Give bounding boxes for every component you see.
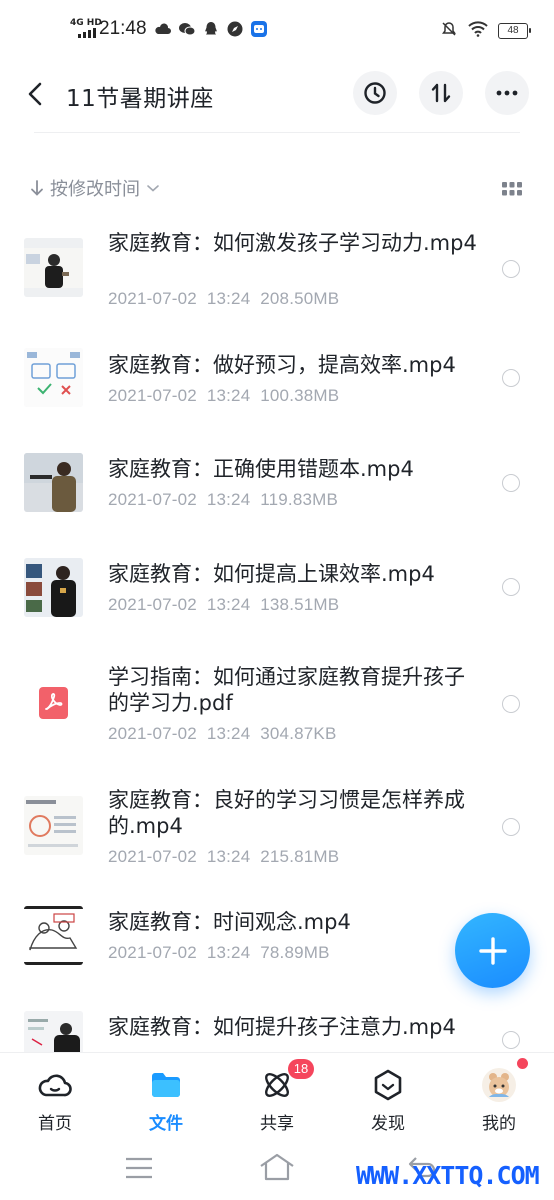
video-thumbnail [24,1011,83,1052]
arrow-down-icon [31,180,43,196]
video-thumbnail [24,453,83,512]
sort-label: 按修改时间 [50,179,140,200]
chevron-down-icon [147,185,159,192]
sort-dropdown[interactable]: 按修改时间 [30,175,160,201]
network-indicator: 4G HD [70,18,102,28]
file-name: 家庭教育：如何激发孩子学习动力.mp4 [108,231,477,255]
select-radio[interactable] [502,369,520,387]
tab-home[interactable]: 首页 [15,1067,95,1134]
file-name: 家庭教育：做好预习，提高效率.mp4 [108,353,456,377]
home-icon [260,1153,294,1181]
sort-bar: 按修改时间 [0,170,554,206]
cloud-icon [37,1067,73,1103]
back-button[interactable] [24,80,48,108]
file-row[interactable]: 家庭教育：如何提升孩子注意力.mp4 [0,1003,554,1052]
page-title: 11节暑期讲座 [66,86,214,112]
header-divider [34,132,520,133]
swap-vertical-icon [431,83,451,103]
history-button[interactable] [353,71,397,115]
file-meta: 2021-07-02 13:24 215.81MB [108,847,340,866]
video-thumbnail [24,558,83,617]
video-thumbnail [24,238,83,297]
share-badge: 18 [288,1059,314,1079]
tab-label: 共享 [260,1114,294,1134]
watermark-text: WWW.XXTTQ.COM [356,1161,540,1190]
folder-icon [148,1067,184,1103]
file-row[interactable]: 学习指南：如何通过家庭教育提升孩子的学习力.pdf 2021-07-02 13:… [0,655,554,759]
tab-me[interactable]: 我的 [459,1067,539,1134]
signal-icon [78,28,96,38]
file-name: 学习指南：如何通过家庭教育提升孩子的学习力.pdf [108,665,465,715]
notification-icons [154,20,268,38]
compass-icon [226,20,244,38]
video-thumbnail [24,906,83,965]
select-radio[interactable] [502,578,520,596]
status-bar: 4G HD 21:48 48 [0,0,554,60]
battery-indicator: 48 [498,23,531,39]
app-icon [250,20,268,38]
file-name: 家庭教育：良好的学习习惯是怎样养成的.mp4 [108,788,465,838]
file-row[interactable]: 家庭教育：正确使用错题本.mp4 2021-07-02 13:24 119.83… [0,444,554,524]
plus-icon [478,936,507,965]
select-radio[interactable] [502,474,520,492]
tab-files[interactable]: 文件 [126,1067,206,1134]
clock: 21:48 [99,18,147,39]
file-row[interactable]: 家庭教育：做好预习，提高效率.mp4 2021-07-02 13:24 100.… [0,338,554,418]
file-name: 家庭教育：如何提升孩子注意力.mp4 [108,1015,456,1039]
file-meta: 2021-07-02 13:24 304.87KB [108,724,337,743]
discover-icon [370,1067,406,1103]
tab-label: 首页 [38,1114,72,1134]
select-radio[interactable] [502,260,520,278]
pdf-thumbnail [24,673,83,732]
more-icon [496,90,518,96]
notification-dot [517,1058,528,1069]
file-row[interactable]: 家庭教育：良好的学习习惯是怎样养成的.mp4 2021-07-02 13:24 … [0,780,554,884]
pdf-icon [39,687,68,719]
menu-icon [126,1157,152,1179]
file-meta: 2021-07-02 13:24 100.38MB [108,386,340,405]
file-meta: 2021-07-02 13:24 78.89MB [108,943,330,962]
tab-bar: 首页 文件 共享 发现 我的 [0,1052,554,1140]
file-meta: 2021-07-02 13:24 119.83MB [108,490,339,509]
chevron-left-icon [28,82,42,106]
bell-muted-icon [440,20,458,42]
menu-nav-button[interactable] [124,1156,154,1184]
tab-label: 我的 [482,1114,516,1134]
video-thumbnail [24,348,83,407]
sort-toggle-button[interactable] [419,71,463,115]
history-icon [364,82,386,104]
file-meta: 2021-07-02 13:24 138.51MB [108,595,340,614]
tab-label: 发现 [371,1114,405,1134]
more-button[interactable] [485,71,529,115]
select-radio[interactable] [502,1031,520,1049]
file-meta: 2021-07-02 13:24 208.50MB [108,289,340,308]
header: 11节暑期讲座 [0,60,554,128]
system-status: 48 [440,20,531,42]
wifi-icon [468,21,488,41]
home-nav-button[interactable] [258,1152,296,1186]
add-button[interactable] [455,913,530,988]
file-name: 家庭教育：如何提高上课效率.mp4 [108,562,435,586]
file-row[interactable]: 家庭教育：如何激发孩子学习动力.mp4 2021-07-02 13:24 208… [0,226,554,330]
tab-label: 文件 [149,1114,183,1134]
tab-discover[interactable]: 发现 [348,1067,428,1134]
select-radio[interactable] [502,695,520,713]
grid-icon [502,182,522,196]
file-name: 家庭教育：时间观念.mp4 [108,910,351,934]
wechat-icon [178,20,196,38]
file-name: 家庭教育：正确使用错题本.mp4 [108,457,414,481]
qq-icon [202,20,220,38]
cloud-status-icon [154,20,172,38]
grid-view-button[interactable] [502,181,522,196]
file-row[interactable]: 家庭教育：如何提高上课效率.mp4 2021-07-02 13:24 138.5… [0,549,554,629]
avatar-icon [481,1067,517,1103]
video-thumbnail [24,796,83,855]
select-radio[interactable] [502,818,520,836]
